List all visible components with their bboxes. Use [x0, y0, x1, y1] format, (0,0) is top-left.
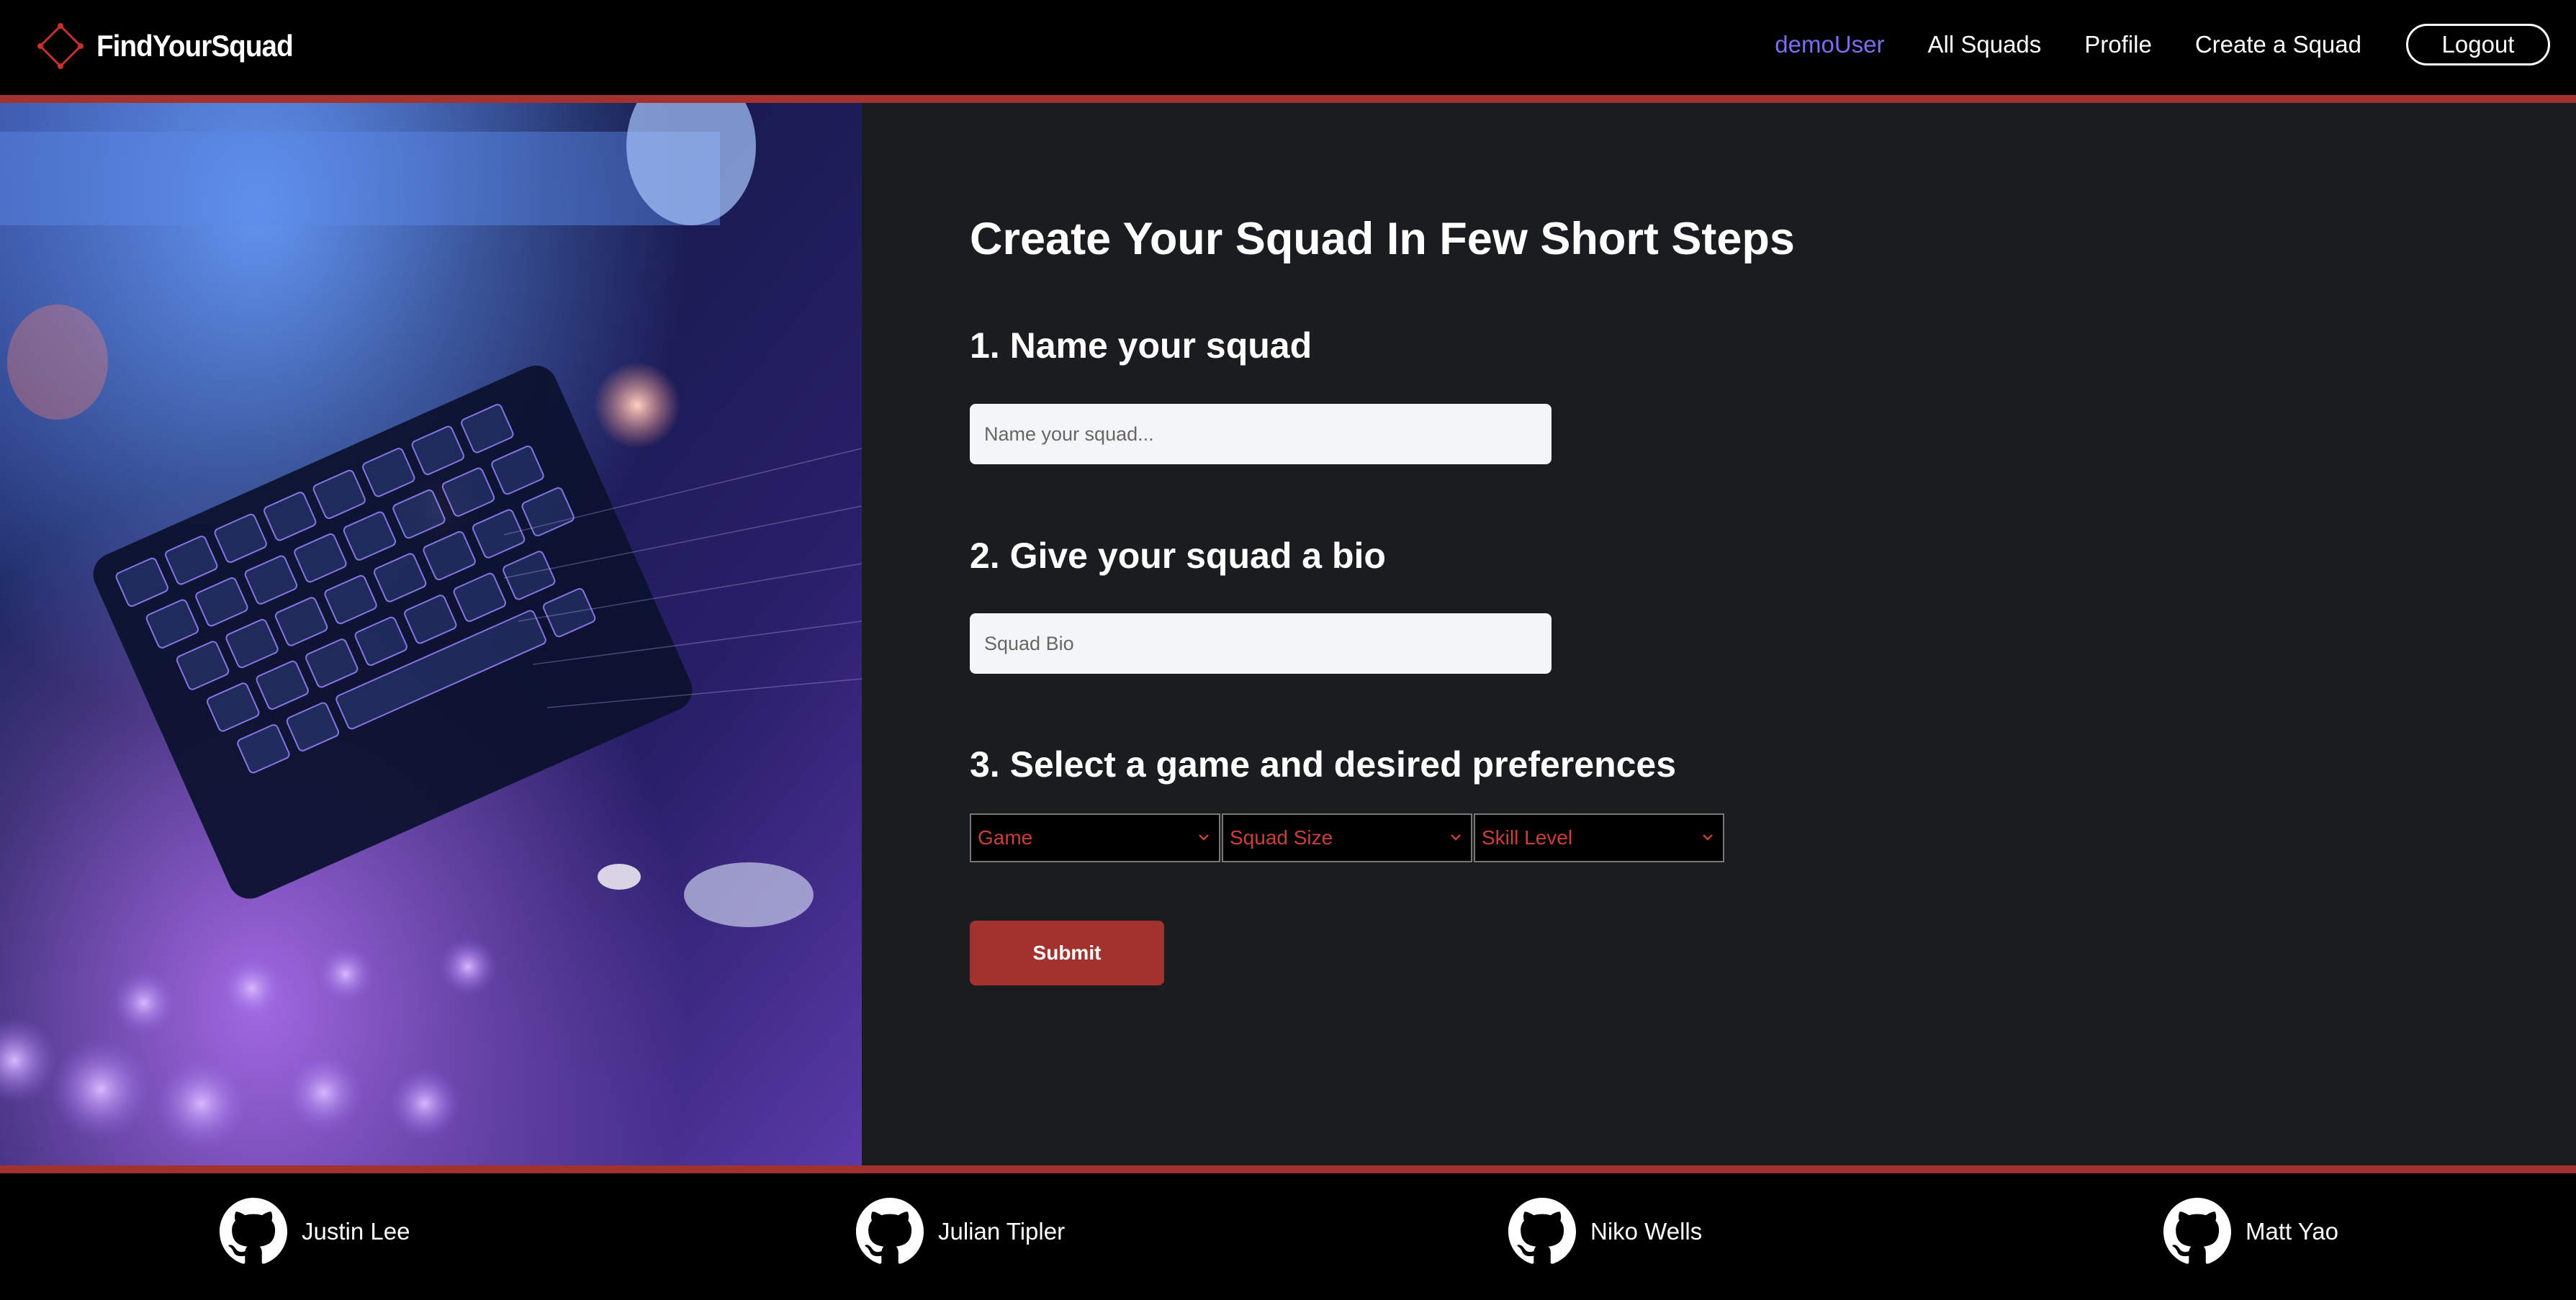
nav-create-squad-link[interactable]: Create a Squad: [2195, 31, 2361, 58]
nav-user-link[interactable]: demoUser: [1775, 31, 1884, 58]
footer-member-link[interactable]: Justin Lee: [220, 1198, 410, 1265]
step1-heading: 1. Name your squad: [970, 325, 1312, 366]
squad-name-input[interactable]: [970, 404, 1552, 464]
page-title: Create Your Squad In Few Short Steps: [970, 214, 1795, 264]
member-name: Niko Wells: [1590, 1218, 1703, 1245]
game-select[interactable]: Game: [970, 813, 1220, 862]
member-name: Julian Tipler: [938, 1218, 1066, 1245]
diamond-logo-icon: [37, 23, 84, 69]
nav-profile-link[interactable]: Profile: [2084, 31, 2152, 58]
squad-bio-input[interactable]: [970, 613, 1552, 674]
step2-heading: 2. Give your squad a bio: [970, 536, 1386, 576]
submit-button[interactable]: Submit: [970, 921, 1164, 985]
navbar: FindYourSquad demoUser All Squads Profil…: [0, 0, 2576, 95]
footer-member-link[interactable]: Niko Wells: [1508, 1198, 1702, 1265]
footer: Justin Lee Julian Tipler Niko Wells Matt…: [0, 1173, 2576, 1300]
step3-heading: 3. Select a game and desired preferences: [970, 744, 1677, 785]
skill-level-select-label: Skill Level: [1482, 826, 1573, 849]
create-squad-panel: Create Your Squad In Few Short Steps 1. …: [862, 103, 2576, 1165]
footer-member-link[interactable]: Matt Yao: [2163, 1198, 2338, 1265]
squad-size-select-label: Squad Size: [1230, 826, 1333, 849]
hero-keyboard-image: [0, 103, 862, 1165]
brand-name: FindYourSquad: [96, 29, 294, 63]
game-select-label: Game: [978, 826, 1033, 849]
navbar-divider: [0, 95, 2576, 103]
footer-member-link[interactable]: Julian Tipler: [856, 1198, 1065, 1265]
brand[interactable]: FindYourSquad: [37, 22, 310, 71]
preferences-selects: Game Squad Size Skill Level: [970, 813, 1726, 862]
github-icon: [220, 1198, 287, 1264]
github-icon: [856, 1198, 924, 1264]
github-icon: [2163, 1198, 2231, 1264]
github-icon: [1508, 1198, 1576, 1264]
nav-all-squads-link[interactable]: All Squads: [1928, 31, 2042, 58]
member-name: Justin Lee: [302, 1218, 410, 1245]
squad-size-select[interactable]: Squad Size: [1222, 813, 1472, 862]
chevron-down-icon: [1703, 834, 1713, 841]
nav-links: demoUser All Squads Profile Create a Squ…: [1775, 20, 2550, 69]
skill-level-select[interactable]: Skill Level: [1474, 813, 1724, 862]
member-name: Matt Yao: [2246, 1218, 2339, 1245]
footer-divider: [0, 1165, 2576, 1173]
chevron-down-icon: [1199, 834, 1209, 841]
logout-button[interactable]: Logout: [2406, 24, 2550, 66]
chevron-down-icon: [1451, 834, 1461, 841]
